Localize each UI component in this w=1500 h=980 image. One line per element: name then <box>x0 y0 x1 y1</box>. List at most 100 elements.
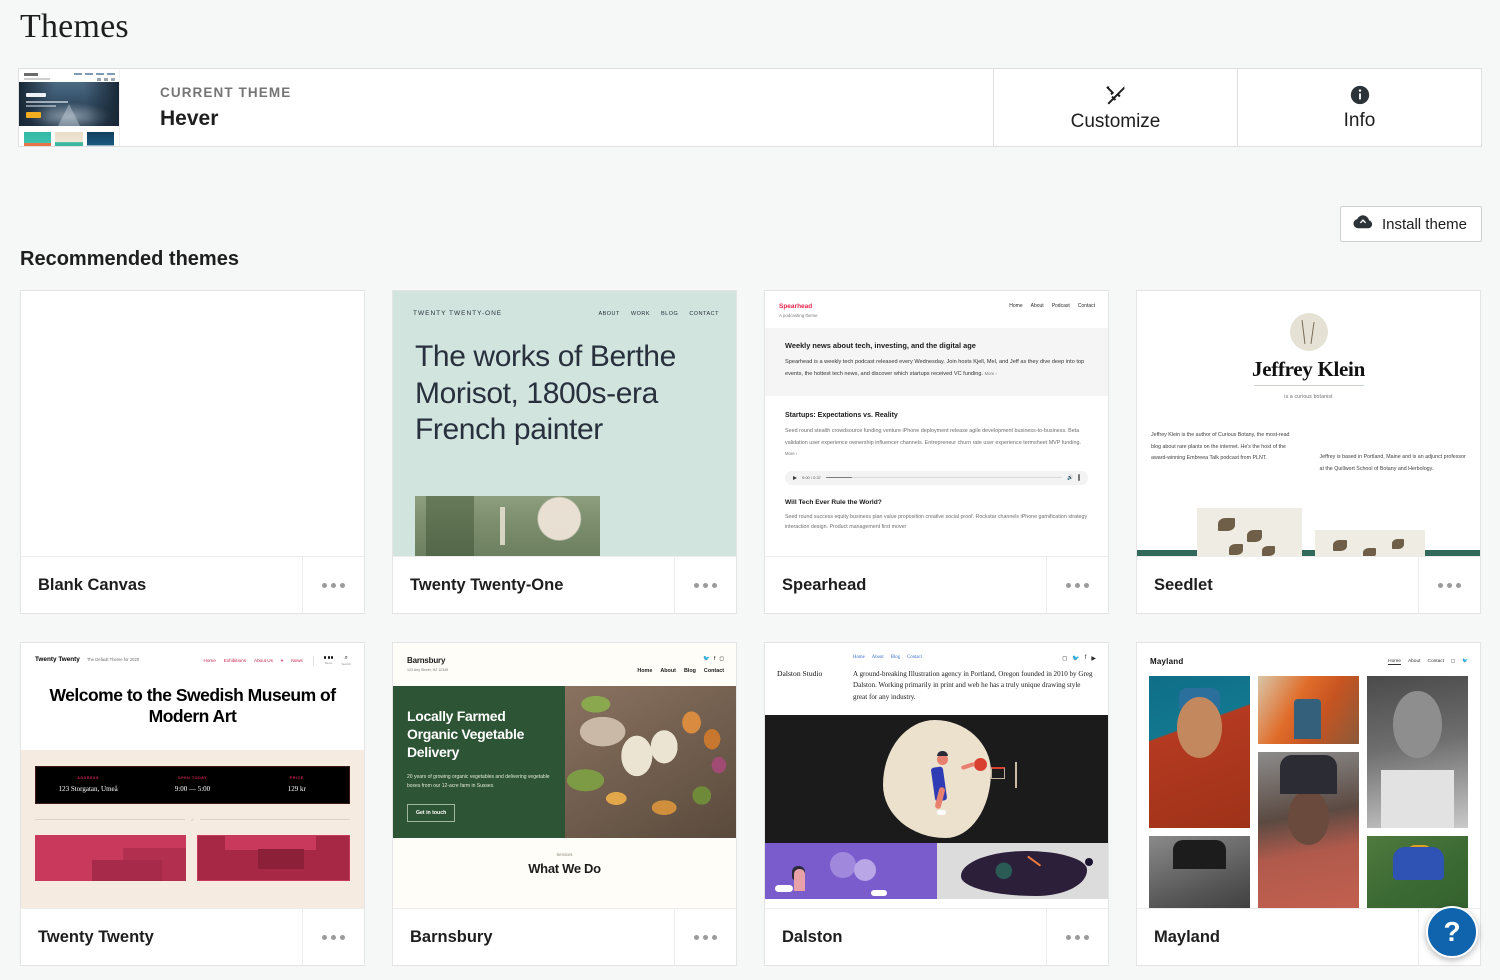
theme-preview-twenty-twenty-one[interactable]: TWENTY TWENTY-ONE ABOUT WORK BLOG CONTAC… <box>393 291 736 556</box>
menu-icon <box>323 656 334 659</box>
install-theme-button[interactable]: Install theme <box>1339 206 1482 242</box>
theme-name: Twenty Twenty <box>38 927 154 946</box>
current-theme-thumbnail[interactable] <box>19 69 120 146</box>
help-button[interactable]: ? <box>1426 906 1478 958</box>
illustration-hair <box>936 751 948 757</box>
preview-hero: Weekly news about tech, investing, and t… <box>765 328 1108 397</box>
preview-body: A ground-breaking Illustration agency in… <box>853 670 1093 701</box>
theme-name: Dalston <box>782 927 843 946</box>
theme-preview-blank-canvas[interactable] <box>21 291 364 556</box>
theme-card-blank-canvas: Blank Canvas <box>20 290 365 614</box>
preview-address: 123 Any Street, H2 12345 <box>407 668 449 672</box>
volume-icon: 🔊 <box>1067 474 1074 481</box>
column-left: Jeffrey Klein is the author of Curious B… <box>1151 432 1290 462</box>
preview-photo <box>1367 676 1468 828</box>
theme-preview-twenty-twenty[interactable]: Twenty Twenty The Default Theme for 2020… <box>21 643 364 908</box>
social-icons: ◻ 🐦 f ▶ <box>1062 655 1096 662</box>
current-theme-label: CURRENT THEME <box>160 85 292 100</box>
preview-brand: Mayland <box>1150 657 1184 666</box>
fact-item: PRICE 129 kr <box>245 776 349 793</box>
theme-more-menu[interactable] <box>674 557 736 613</box>
current-theme-meta: CURRENT THEME Hever <box>120 69 993 146</box>
preview-images <box>35 834 350 881</box>
nav-link: WORK <box>630 310 651 317</box>
nav-link: About <box>1407 659 1421 664</box>
preview-photo <box>1149 676 1250 828</box>
preview-headline: The works of Berthe Morisot, 1800s-era F… <box>415 340 676 447</box>
thumb-tile <box>24 132 52 146</box>
menu-label: Menu <box>324 660 333 665</box>
theme-name: Blank Canvas <box>38 575 147 594</box>
play-icon <box>793 475 797 480</box>
post-body: Seed round success equity business plan … <box>785 513 1088 531</box>
theme-preview-dalston[interactable]: ◻ 🐦 f ▶ Dalston Studio Home About Blog C… <box>765 643 1108 908</box>
tools-icon <box>1104 83 1128 107</box>
player-menu-icon <box>1078 474 1080 481</box>
thumb-nav-secondary <box>97 78 115 81</box>
theme-name: Spearhead <box>782 575 867 594</box>
fact-value: 123 Storgatan, Umeå <box>58 784 118 793</box>
more-link: More › <box>785 451 798 457</box>
thumb-hero-text2 <box>26 105 56 107</box>
preview-hero: Locally Farmed Organic Vegetable Deliver… <box>393 686 736 838</box>
illustration-hoop <box>991 766 1006 779</box>
theme-card-footer: Twenty Twenty <box>21 908 364 965</box>
theme-more-menu[interactable] <box>674 909 736 965</box>
theme-preview-seedlet[interactable]: Jeffrey Klein is a curious botanist Jeff… <box>1137 291 1480 556</box>
social-icons: 🐦 f ◻ <box>637 656 724 662</box>
theme-preview-barnsbury[interactable]: Barnsbury 123 Any Street, H2 12345 🐦 f ◻… <box>393 643 736 908</box>
nav-link: About <box>660 668 676 674</box>
preview-hero-body: Spearhead is a weekly tech podcast relea… <box>785 357 1088 380</box>
nav-link: About <box>1030 303 1044 309</box>
nav-link: CONTACT <box>689 310 719 317</box>
preview-nav: Twenty Twenty The Default Theme for 2020… <box>21 643 364 666</box>
hero-image <box>564 686 736 838</box>
theme-card-seedlet: Jeffrey Klein is a curious botanist Jeff… <box>1136 290 1481 614</box>
chevron-down-icon: ▾ <box>280 657 284 663</box>
preview-nav: Spearhead A podcasting theme Home About … <box>765 291 1108 318</box>
section-divider: // <box>35 817 350 822</box>
fact-item: ADDRESS 123 Storgatan, Umeå <box>36 776 140 793</box>
preview-nav-links: Home About Blog Contact <box>637 668 724 674</box>
customize-label: Customize <box>1070 110 1161 132</box>
illustration-pole <box>1015 761 1018 788</box>
info-circle-icon <box>1349 84 1371 106</box>
theme-card-footer: Dalston <box>765 908 1108 965</box>
more-link: More › <box>984 370 997 376</box>
fact-key: PRICE <box>289 775 304 780</box>
preview-photo <box>1367 836 1468 908</box>
theme-preview-spearhead[interactable]: Spearhead A podcasting theme Home About … <box>765 291 1108 556</box>
theme-more-menu[interactable] <box>1046 557 1108 613</box>
preview-facts-section: ADDRESS 123 Storgatan, Umeå OPEN TODAY 9… <box>21 749 364 908</box>
nav-link: Contact <box>1077 303 1095 309</box>
info-label: Info <box>1343 109 1376 131</box>
preview-photo <box>1258 752 1359 908</box>
install-theme-label: Install theme <box>1381 215 1467 233</box>
photo-column <box>1149 676 1250 908</box>
preview-cta-button: Get in touch <box>407 803 456 822</box>
theme-preview-mayland[interactable]: Mayland Home About Contact ◻ 🐦 <box>1137 643 1480 908</box>
thumb-nav <box>74 73 115 75</box>
nav-link: Exhibitions <box>223 658 247 663</box>
nav-link: BLOG <box>661 310 679 317</box>
theme-more-menu[interactable] <box>1418 557 1480 613</box>
themes-page: Themes CURRENT THEME Hever Customize Inf… <box>0 0 1500 980</box>
info-button[interactable]: Info <box>1237 69 1481 146</box>
current-theme-name: Hever <box>160 107 219 130</box>
customize-button[interactable]: Customize <box>993 69 1237 146</box>
instagram-icon: ◻ <box>1062 656 1068 662</box>
title-underline <box>1253 385 1364 386</box>
preview-nav: Mayland Home About Contact ◻ 🐦 <box>1137 643 1480 666</box>
preview-body: 20 years of growing organic vegetables a… <box>407 773 550 790</box>
preview-photo <box>1258 676 1359 744</box>
theme-more-menu[interactable] <box>1046 909 1108 965</box>
theme-more-menu[interactable] <box>302 909 364 965</box>
nav-link: About <box>871 655 884 660</box>
thumb-hero-text <box>26 101 68 103</box>
preview-image-row <box>765 843 1108 900</box>
nav-link: News <box>291 658 303 663</box>
preview-brand: Dalston Studio <box>777 669 823 678</box>
nav-link: Contact <box>1427 659 1445 664</box>
theme-more-menu[interactable] <box>302 557 364 613</box>
preview-accent-band <box>1137 550 1480 556</box>
